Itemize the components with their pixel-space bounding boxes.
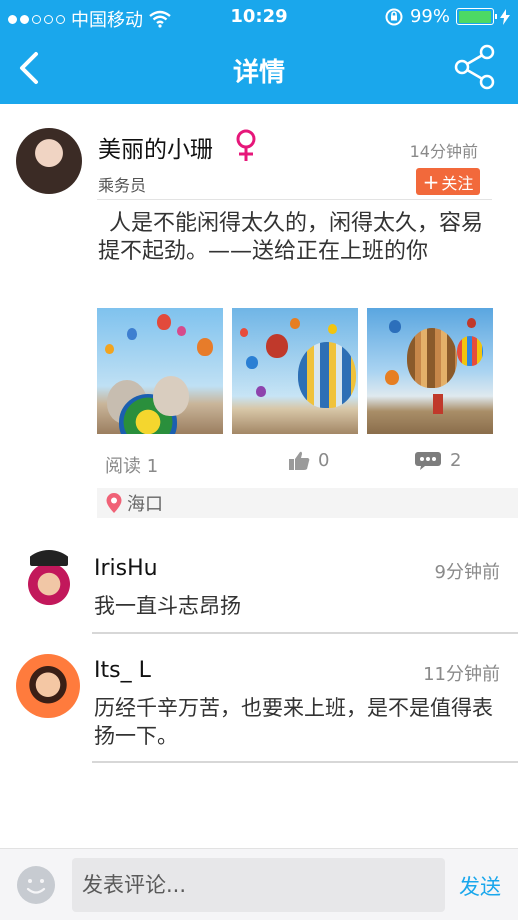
location-label: 海口: [127, 494, 163, 515]
chevron-left-icon: [20, 52, 38, 84]
thumbs-up-icon: [289, 451, 310, 470]
photo-grid: [97, 308, 493, 434]
send-button[interactable]: 发送: [459, 871, 501, 901]
author-name[interactable]: 美丽的小珊: [98, 130, 213, 164]
post-photo[interactable]: [367, 308, 493, 434]
comment-time: 9分钟前: [434, 562, 500, 583]
follow-label: 关注: [441, 173, 474, 193]
commenter-avatar[interactable]: [18, 550, 80, 612]
status-right: 99%: [384, 6, 510, 27]
comment-text: 我一直斗志昂扬: [94, 594, 241, 618]
battery-percent: 99%: [409, 6, 450, 27]
post-photo[interactable]: [97, 308, 223, 434]
post-stats: 阅读 1 0 2: [97, 450, 492, 477]
author-role: 乘务员: [98, 176, 147, 195]
female-icon: [236, 129, 256, 161]
follow-button[interactable]: + 关注: [416, 168, 480, 195]
comment-count-button[interactable]: 2: [414, 450, 461, 471]
comment-bubble-icon: [415, 451, 441, 470]
author-avatar[interactable]: [16, 128, 82, 194]
page-title: 详情: [232, 58, 285, 88]
post-time: 14分钟前: [409, 142, 478, 161]
divider: [92, 761, 518, 763]
share-icon: [454, 44, 495, 90]
comment-count: 2: [450, 450, 462, 471]
smiley-icon: [17, 866, 55, 904]
share-button[interactable]: [452, 44, 498, 90]
commenter-name[interactable]: Its_ L: [94, 658, 151, 683]
comment-bar: 发送: [0, 848, 518, 920]
battery-icon: [456, 8, 497, 25]
read-count: 阅读 1: [105, 456, 159, 477]
post-text: 人是不能闲得太久的，闲得太久，容易提不起劲。——送给正在上班的你: [98, 211, 484, 264]
comment-text: 历经千辛万苦，也要来上班，是不是值得表扬一下。: [94, 696, 493, 748]
commenter-name[interactable]: IrisHu: [94, 556, 158, 581]
comment-time: 11分钟前: [423, 664, 500, 685]
comment-input[interactable]: [72, 858, 445, 912]
emoji-button[interactable]: [16, 865, 56, 905]
plus-icon: +: [422, 169, 440, 194]
location-pin-icon: [106, 493, 122, 513]
location-tag: 海口: [97, 488, 518, 518]
back-button[interactable]: [10, 48, 50, 88]
divider: [92, 632, 518, 634]
status-bar: 中国移动 10:29 99%: [0, 0, 518, 34]
charging-icon: [500, 8, 510, 25]
like-button[interactable]: 0: [288, 450, 329, 471]
divider: [97, 199, 492, 200]
commenter-avatar[interactable]: [16, 654, 80, 718]
like-count: 0: [318, 450, 330, 471]
rotation-lock-icon: [385, 8, 403, 25]
post-photo[interactable]: [232, 308, 358, 434]
nav-bar: 详情: [0, 34, 518, 104]
